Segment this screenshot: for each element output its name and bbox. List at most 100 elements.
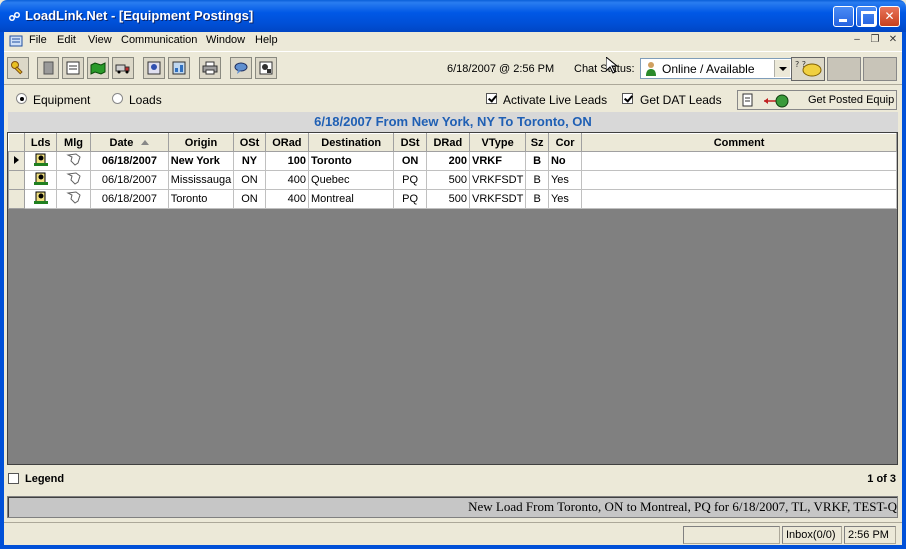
comment-cell [581,170,897,190]
loads-radio[interactable] [112,93,123,104]
window-frame-bottom [0,545,906,549]
get-posted-equip-button[interactable]: Get Posted Equip [737,90,897,110]
phone-button[interactable]: ? ? [791,57,825,81]
maximize-button[interactable] [856,6,877,27]
dst-cell: PQ [393,189,427,209]
loads-cell[interactable] [24,151,57,171]
drad-cell: 500 [425,189,470,209]
toolbar-button-blank-1[interactable] [827,57,861,81]
get-dat-leads-checkbox[interactable] [622,93,633,104]
postings-table: Lds Mlg Date Origin OSt ORad Destination… [7,133,897,209]
map-button[interactable] [87,57,109,79]
chat-status-select[interactable]: Online / Available [640,58,792,79]
mileage-cell[interactable] [55,170,92,190]
form-button[interactable] [62,57,84,79]
menu-window[interactable]: Window [206,34,245,46]
menu-edit[interactable]: Edit [57,34,76,46]
table-row[interactable]: 06/18/2007 New York NY 100 Toronto ON 20… [7,151,897,171]
col-header-destination[interactable]: Destination [308,133,395,152]
globe-arrow-icon [742,93,789,108]
news-ticker[interactable]: New Load From Toronto, ON to Montreal, P… [7,496,898,518]
table-header-row: Lds Mlg Date Origin OSt ORad Destination… [7,133,897,152]
mdi-close-icon[interactable]: ✕ [886,34,900,47]
comment-cell [581,151,897,171]
loads-cell[interactable] [24,189,57,209]
col-header-comment[interactable]: Comment [581,133,897,152]
title-bar: LoadLink.Net - [Equipment Postings] ✕ [0,0,906,32]
report-button[interactable] [168,57,190,79]
toolbar-button-blank-2[interactable] [863,57,897,81]
mileage-cell[interactable] [55,151,92,171]
chevron-down-icon[interactable] [774,60,790,77]
truck-button[interactable] [112,57,134,79]
key-icon [11,61,23,75]
col-header-lds[interactable]: Lds [24,133,57,152]
col-header-orad[interactable]: ORad [264,133,310,152]
legend-checkbox[interactable] [8,473,19,484]
legend-label[interactable]: Legend [25,473,64,485]
row-selector[interactable] [7,189,26,209]
app-icon[interactable] [8,10,21,23]
activate-live-leads-checkbox[interactable] [486,93,497,104]
chat-button[interactable] [230,57,252,79]
table-row[interactable]: 06/18/2007 Mississauga ON 400 Quebec PQ … [7,170,897,190]
col-header-vtype[interactable]: VType [468,133,527,152]
get-dat-leads-label[interactable]: Get DAT Leads [640,93,722,107]
menu-help[interactable]: Help [255,34,278,46]
col-header-sz[interactable]: Sz [525,133,549,152]
current-row-pointer-icon [14,156,20,164]
col-header-dst[interactable]: DSt [393,133,427,152]
menu-communication[interactable]: Communication [121,34,197,46]
loads-lookup-icon [33,172,48,185]
col-header-drad[interactable]: DRad [425,133,470,152]
row-selector[interactable] [7,170,26,190]
blank-doc-button[interactable] [37,57,59,79]
equipment-radio-label[interactable]: Equipment [33,93,90,107]
cor-cell: Yes [547,189,583,209]
loads-lookup-icon [33,191,48,204]
report-icon [172,61,186,75]
mileage-cell[interactable] [55,189,92,209]
mdi-minimize-icon[interactable]: – [850,34,864,47]
row-selector[interactable] [7,151,26,171]
inbox-status[interactable]: Inbox(0/0) [782,526,842,544]
truck-icon [115,64,130,74]
clock-status: 2:56 PM [844,526,896,544]
sort-ascending-icon [141,140,150,146]
col-header-date-label: Date [109,136,134,149]
col-header-date[interactable]: Date [90,133,169,152]
drad-cell: 200 [425,151,470,171]
col-header-mlg[interactable]: Mlg [55,133,92,152]
col-header-origin[interactable]: Origin [167,133,235,152]
activate-live-leads-label[interactable]: Activate Live Leads [503,93,607,107]
mileage-map-icon [65,171,81,185]
equipment-radio[interactable] [16,93,27,104]
contacts-button[interactable] [143,57,165,79]
origin-cell: Toronto [167,189,235,209]
vtype-cell: VRKF [468,151,527,171]
menu-view[interactable]: View [88,34,112,46]
comment-cell [581,189,897,209]
sz-cell: B [525,189,549,209]
phone-icon: ? ? [795,60,822,77]
col-header-ost[interactable]: OSt [233,133,266,152]
menu-file[interactable]: File [29,34,47,46]
user-search-button[interactable] [255,57,277,79]
mdi-restore-icon[interactable]: ❐ [868,34,882,47]
printer-icon [202,61,218,75]
loads-radio-label[interactable]: Loads [129,93,162,107]
document-icon[interactable] [8,33,24,49]
key-button[interactable] [7,57,29,79]
dst-cell: ON [393,151,427,171]
col-header-cor[interactable]: Cor [547,133,583,152]
chat-bubble-icon [234,62,248,74]
dst-cell: PQ [393,170,427,190]
minimize-button[interactable] [833,6,854,27]
print-button[interactable] [199,57,221,79]
row-selector-header [7,133,26,152]
map-icon [90,62,106,75]
table-row[interactable]: 06/18/2007 Toronto ON 400 Montreal PQ 50… [7,189,897,209]
date-cell: 06/18/2007 [90,170,169,190]
close-button[interactable]: ✕ [879,6,900,27]
loads-cell[interactable] [24,170,57,190]
